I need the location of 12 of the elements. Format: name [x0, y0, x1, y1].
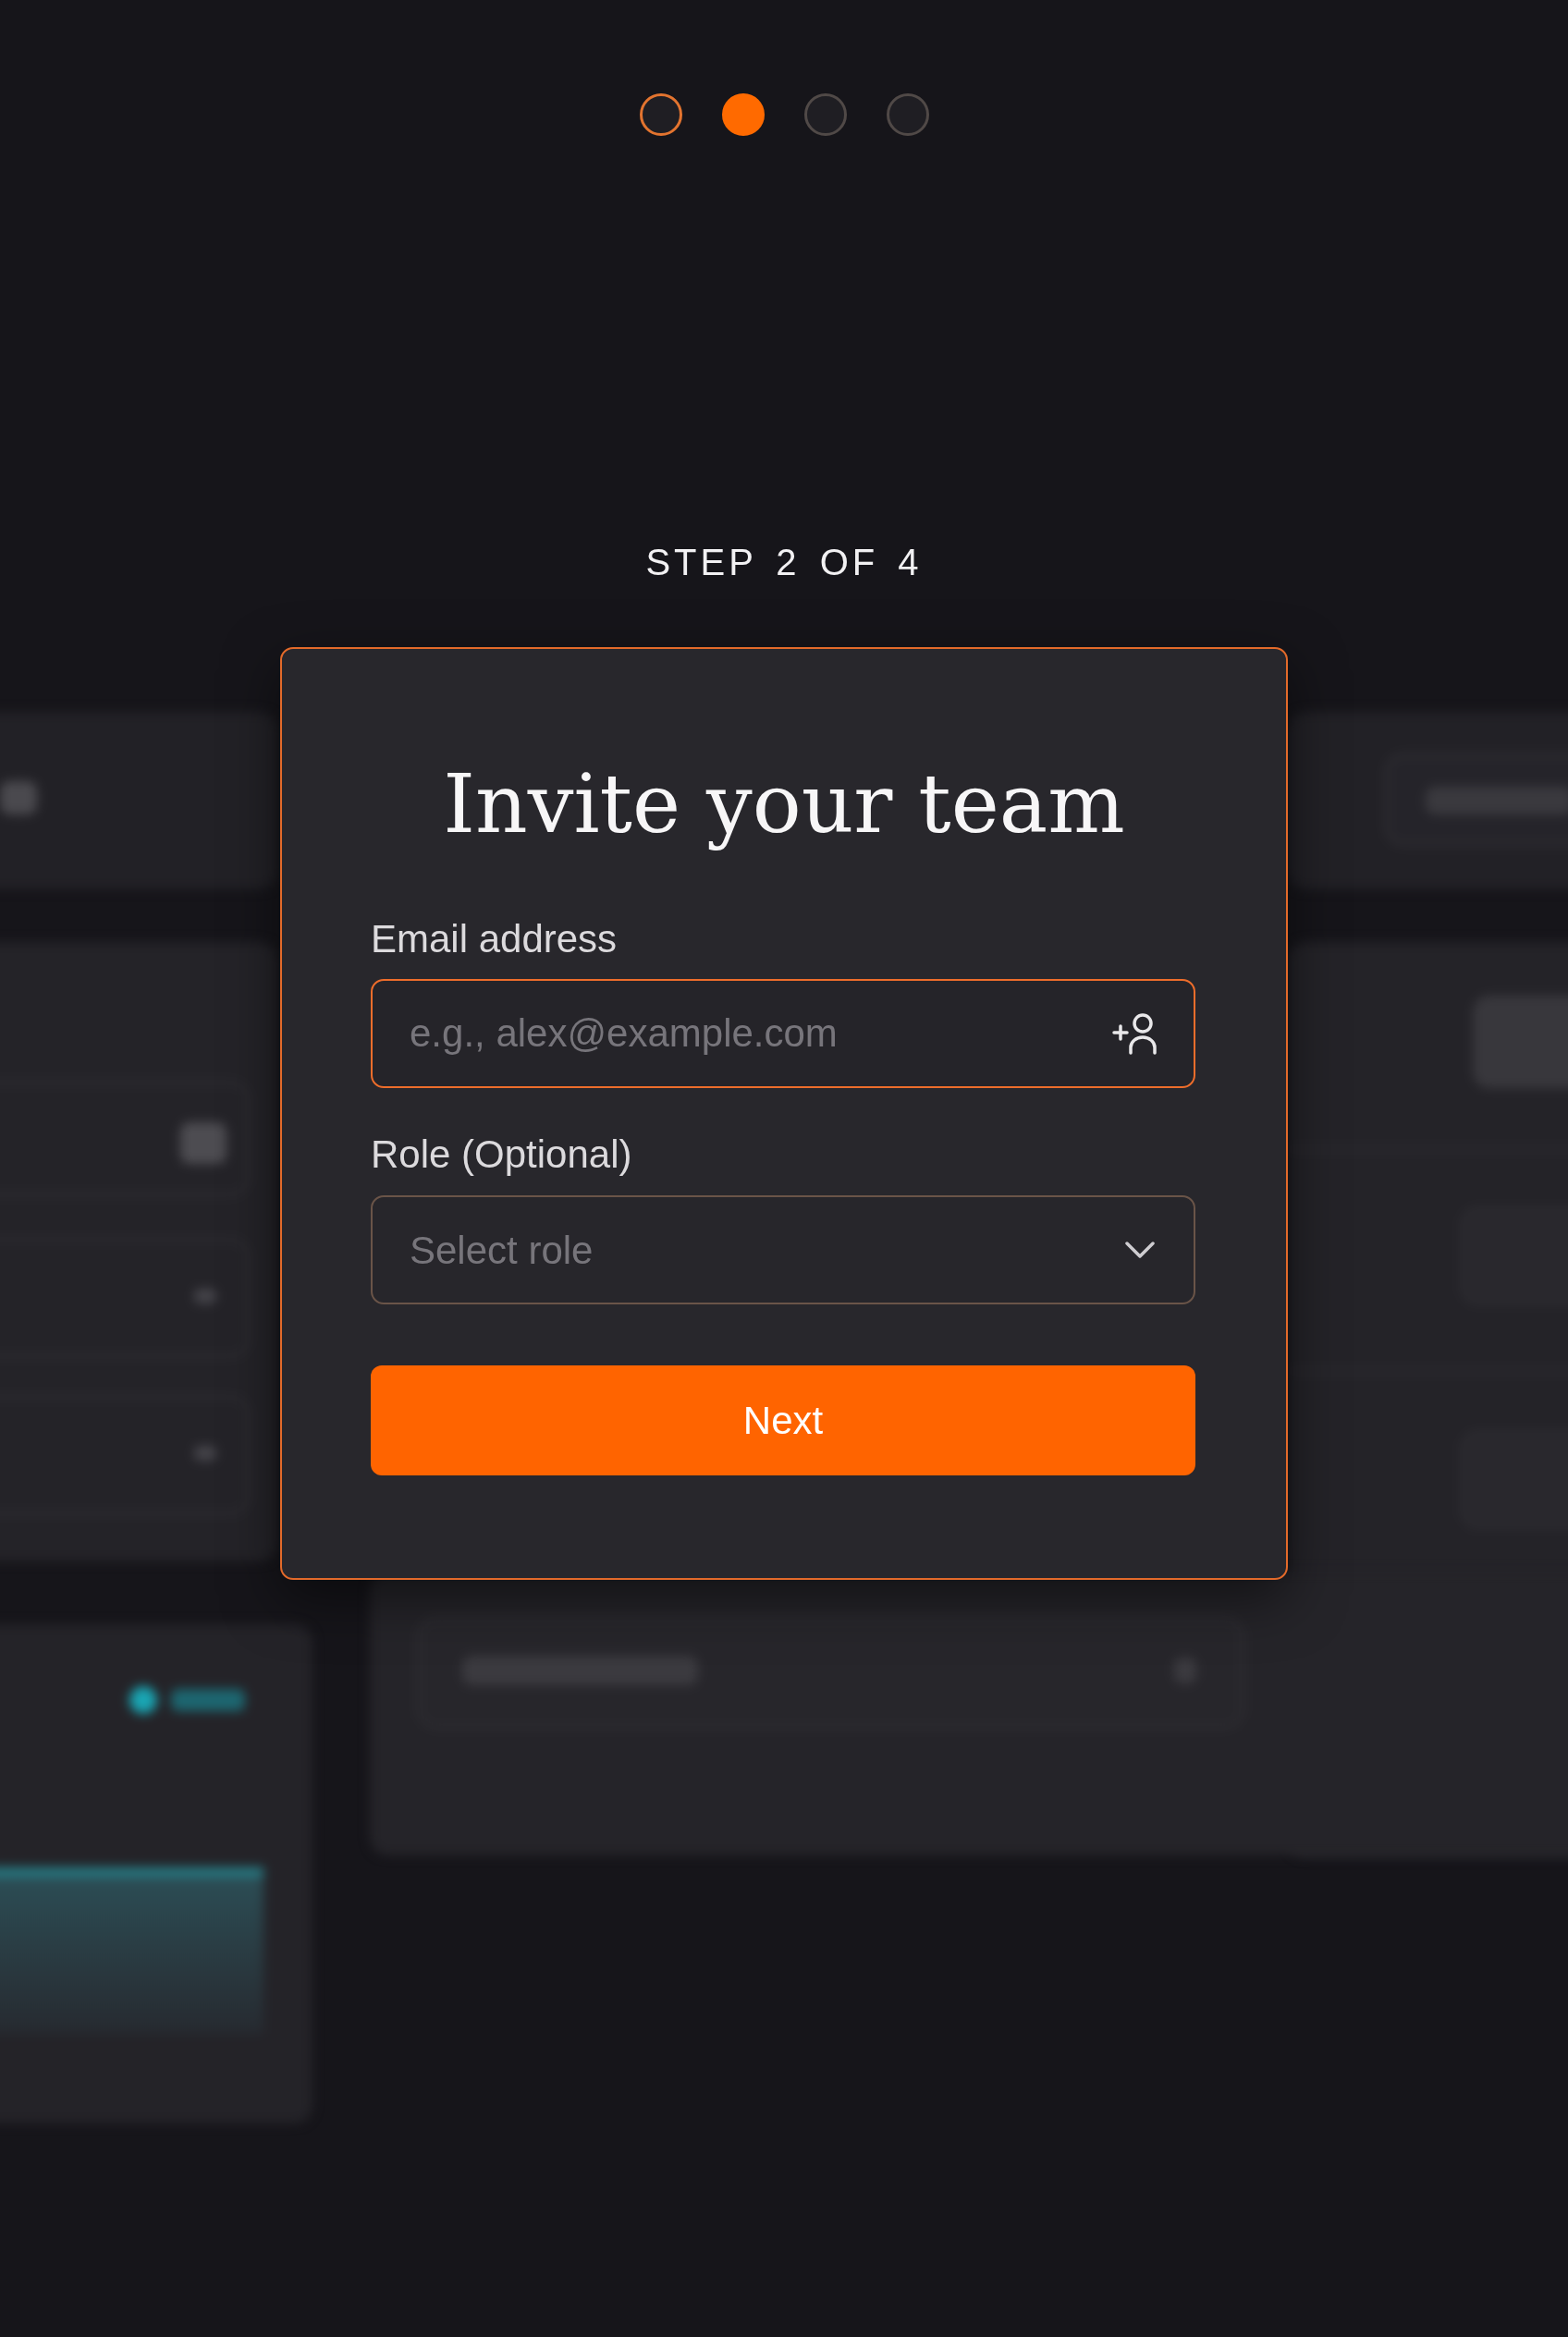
next-button[interactable]: Next	[371, 1365, 1195, 1475]
blurred-icon	[180, 1122, 227, 1164]
role-select[interactable]: Select role	[371, 1195, 1195, 1304]
blurred-icon	[194, 1446, 216, 1461]
dialog-title: Invite your team	[442, 755, 1126, 853]
field-label: Email address	[371, 916, 618, 962]
blurred-icon	[194, 1289, 216, 1303]
field-label: Role (Optional)	[371, 1132, 632, 1178]
blurred-text-drawing	[0, 781, 37, 814]
chevron-down-icon	[1125, 1242, 1155, 1258]
step-counter: STEP 2 OF 4	[645, 541, 923, 584]
email-field[interactable]: e.g., alex@example.com	[371, 979, 1195, 1088]
